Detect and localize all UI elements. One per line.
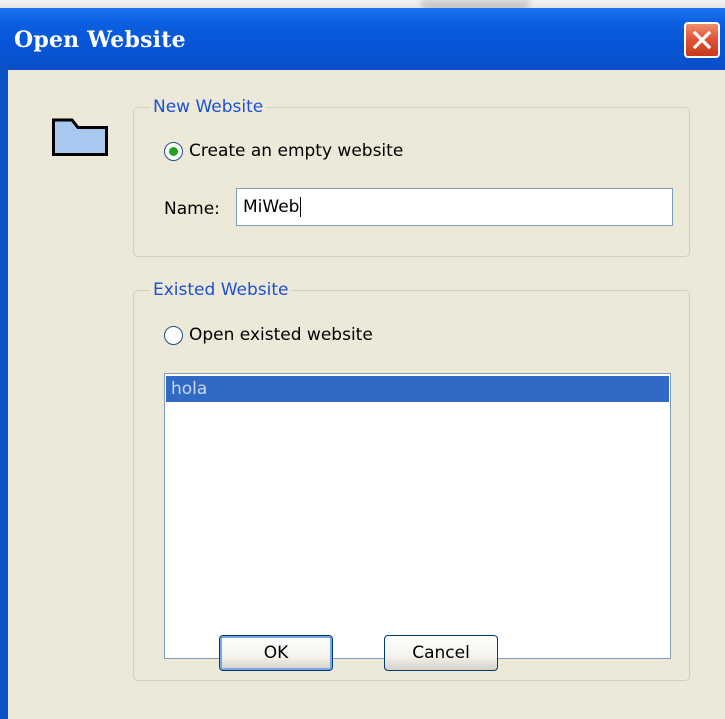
dialog-window: Open Website New Website Create an empty… bbox=[0, 8, 725, 719]
name-input-value: MiWeb bbox=[243, 197, 300, 217]
new-website-group: New Website bbox=[133, 97, 690, 257]
close-button[interactable] bbox=[684, 22, 720, 58]
open-existed-website-label: Open existed website bbox=[189, 325, 373, 345]
ok-button[interactable]: OK bbox=[219, 635, 333, 671]
close-icon bbox=[692, 30, 712, 50]
name-label: Name: bbox=[164, 199, 220, 219]
cancel-button[interactable]: Cancel bbox=[384, 635, 498, 671]
new-website-legend: New Website bbox=[150, 97, 267, 117]
existed-website-legend: Existed Website bbox=[150, 280, 292, 300]
window-title: Open Website bbox=[14, 27, 186, 53]
background-strip bbox=[0, 0, 725, 14]
open-existed-website-radio[interactable] bbox=[164, 325, 183, 345]
create-empty-website-radio[interactable] bbox=[164, 141, 183, 161]
create-empty-website-option[interactable]: Create an empty website bbox=[164, 141, 403, 161]
dialog-client-area: New Website Create an empty website Name… bbox=[8, 70, 725, 719]
name-input[interactable]: MiWeb bbox=[236, 188, 673, 226]
text-caret bbox=[300, 197, 302, 217]
existed-websites-list[interactable]: hola bbox=[164, 373, 671, 659]
folder-icon bbox=[52, 118, 108, 156]
open-existed-website-option[interactable]: Open existed website bbox=[164, 325, 373, 345]
title-bar[interactable]: Open Website bbox=[0, 8, 725, 70]
create-empty-website-label: Create an empty website bbox=[189, 141, 404, 161]
radio-selected-dot bbox=[169, 146, 178, 156]
list-item[interactable]: hola bbox=[166, 376, 669, 402]
